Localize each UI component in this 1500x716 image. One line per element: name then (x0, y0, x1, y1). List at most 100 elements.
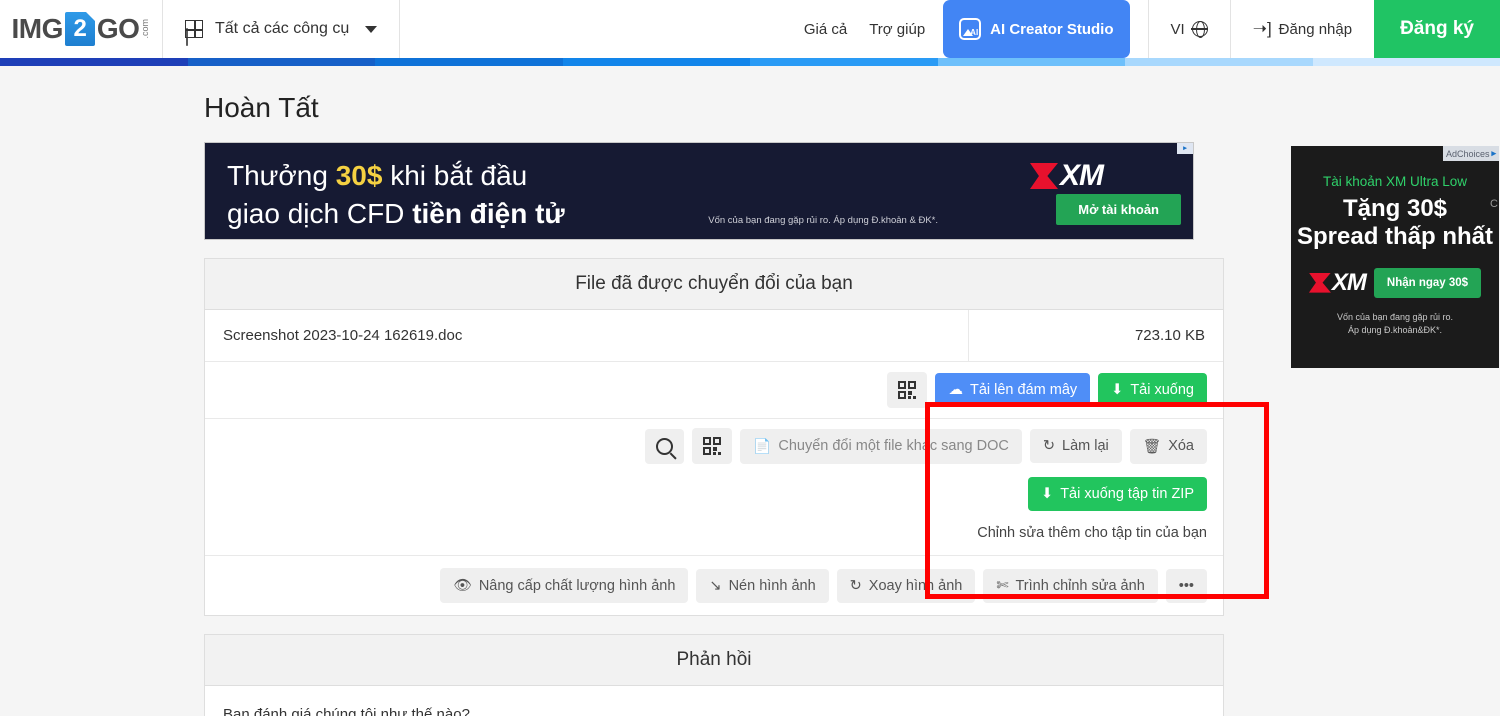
login-button[interactable]: ➝] Đăng nhập (1231, 0, 1374, 58)
edit-more-note: Chỉnh sửa thêm cho tập tin của bạn (977, 525, 1207, 541)
download-label: Tải xuống (1130, 382, 1194, 398)
all-tools-menu[interactable]: Tất cả các công cụ (163, 0, 401, 58)
xm-flag-icon (1030, 163, 1058, 189)
xm-brand-text: XM (1331, 268, 1367, 296)
help-link[interactable]: Trợ giúp (869, 21, 925, 38)
download-zip-button[interactable]: ⬇ Tải xuống tập tin ZIP (1028, 477, 1207, 511)
feedback-title: Phản hồi (205, 635, 1223, 686)
sidebar-ad-cta-button[interactable]: Nhận ngay 30$ (1373, 267, 1482, 298)
banner-advertisement[interactable]: Thưởng 30$ khi bắt đầu giao dịch CFD tiề… (204, 142, 1194, 240)
main-content: Thưởng 30$ khi bắt đầu giao dịch CFD tiề… (204, 142, 1224, 716)
sidebar-ad-line2a: Tặng 30$ (1342, 195, 1448, 222)
sidebar-ad-line1: Tài khoản XM Ultra Low (1322, 174, 1468, 189)
retry-button[interactable]: ↻ Làm lại (1029, 429, 1122, 463)
adchoices-icon: ▸ (1491, 148, 1496, 158)
logo-dotcom-text: .com (140, 19, 151, 39)
logo[interactable]: IMG 2 GO .com (0, 0, 163, 58)
chevron-down-icon (365, 25, 378, 33)
search-button[interactable] (645, 428, 685, 464)
converted-files-card: File đã được chuyển đổi của bạn Screensh… (204, 258, 1224, 616)
retry-label: Làm lại (1062, 438, 1109, 454)
login-arrow-icon: ➝] (1252, 19, 1272, 38)
table-row: Screenshot 2023-10-24 162619.doc 723.10 … (205, 310, 1223, 362)
image-editor-button[interactable]: ✄ Trình chỉnh sửa ảnh (983, 568, 1158, 603)
ai-creator-studio-button[interactable]: AI AI Creator Studio (943, 0, 1130, 58)
xm-flag-icon (1308, 272, 1331, 293)
qr-code-button-2[interactable] (692, 428, 733, 464)
sidebar-ad-disclaimer: Vốn của bạn đang gặp rủi ro. Áp dụng Đ.k… (1291, 311, 1499, 338)
ai-image-icon: AI (959, 18, 982, 40)
image-tools-row: 👁 Nâng cấp chất lượng hình ảnh ↘ Nén hìn… (205, 555, 1223, 615)
sidebar-ad-disc1: Vốn của bạn đang gặp rủi ro. (1336, 311, 1454, 322)
qr-code-icon (898, 381, 917, 399)
banner-line1-b: 30$ (335, 160, 383, 191)
banner-line1-c: khi bắt đầu (382, 160, 528, 191)
qr-code-button[interactable] (887, 372, 928, 408)
page-body: Hoàn Tất Thưởng 30$ khi bắt đầu giao dịc… (0, 66, 1500, 716)
compress-image-button[interactable]: ↘ Nén hình ảnh (696, 568, 829, 603)
pricing-link[interactable]: Giá cả (804, 21, 847, 38)
cloud-upload-icon: ☁ (948, 382, 963, 398)
download-icon: ⬇ (1111, 382, 1124, 398)
login-label: Đăng nhập (1278, 20, 1353, 38)
globe-icon (1191, 20, 1209, 38)
download-button[interactable]: ⬇ Tải xuống (1098, 373, 1207, 407)
feedback-card: Phản hồi Bạn đánh giá chúng tôi như thế … (204, 634, 1224, 716)
image-editor-label: Trình chỉnh sửa ảnh (1015, 577, 1145, 594)
download-icon: ⬇ (1041, 486, 1054, 502)
header-links: Giá cả Trợ giúp (804, 0, 925, 58)
sidebar-ad-disc2: Áp dụng Đ.khoản&ĐK*. (1347, 325, 1443, 336)
eye-icon: 👁 (453, 578, 472, 594)
zip-download-row: ⬇ Tải xuống tập tin ZIP (205, 473, 1223, 519)
banner-line1-a: Thưởng (227, 160, 336, 191)
enhance-image-button[interactable]: 👁 Nâng cấp chất lượng hình ảnh (440, 568, 689, 603)
delete-label: Xóa (1168, 438, 1194, 454)
file-name: Screenshot 2023-10-24 162619.doc (223, 327, 463, 344)
grid-icon (185, 20, 203, 38)
logo-img-text: IMG (11, 13, 64, 44)
trash-icon: 🗑 (1142, 438, 1162, 455)
adchoices-badge[interactable]: AdChoices ▸ (1442, 146, 1499, 161)
rotate-image-label: Xoay hình ảnh (868, 577, 963, 594)
xm-brand-logo: XM (1308, 268, 1367, 297)
compress-image-label: Nén hình ảnh (728, 577, 816, 594)
xm-brand-logo: XM (1030, 159, 1104, 193)
banner-cta-button[interactable]: Mở tài khoản (1056, 194, 1181, 225)
enhance-image-label: Nâng cấp chất lượng hình ảnh (478, 577, 676, 594)
compress-icon: ↘ (709, 577, 722, 594)
rotate-image-button[interactable]: ↻ Xoay hình ảnh (836, 568, 976, 603)
progress-bar (0, 58, 1500, 66)
delete-button[interactable]: 🗑 Xóa (1129, 428, 1207, 464)
banner-line2-b: tiền điện tử (412, 197, 565, 229)
converted-files-title: File đã được chuyển đổi của bạn (205, 259, 1223, 310)
convert-another-file-button[interactable]: 📄 Chuyển đổi một file khác sang DOC (740, 428, 1022, 464)
convert-another-label: Chuyển đổi một file khác sang DOC (778, 438, 1009, 454)
all-tools-label: Tất cả các công cụ (215, 20, 350, 37)
language-label: VI (1170, 20, 1185, 38)
qr-code-icon (703, 437, 722, 455)
banner-ad-text: Thưởng 30$ khi bắt đầu giao dịch CFD tiề… (227, 157, 565, 233)
scissors-icon: ✄ (996, 577, 1009, 594)
more-tools-button[interactable]: ••• (1165, 568, 1207, 603)
site-header: IMG 2 GO .com Tất cả các công cụ Giá cả … (0, 0, 1500, 58)
file-actions-row: ☁ Tải lên đám mây ⬇ Tải xuống (205, 362, 1223, 419)
adchoices-label: AdChoices (1445, 148, 1490, 159)
secondary-actions-row: 📄 Chuyển đổi một file khác sang DOC ↻ Là… (205, 419, 1223, 473)
logo-go-text: GO (96, 13, 140, 44)
document-icon: 📄 (753, 438, 772, 455)
sidebar-ad-cta-row: XM Nhận ngay 30$ (1291, 267, 1499, 298)
language-selector[interactable]: VI (1147, 0, 1231, 58)
signup-label: Đăng ký (1400, 18, 1474, 39)
signup-button[interactable]: Đăng ký (1374, 0, 1500, 58)
magnifier-icon (656, 437, 674, 455)
sidebar-ad-line2b: Spread thấp nhất (1296, 223, 1494, 251)
banner-disclaimer: Vốn của bạn đang gặp rủi ro. Áp dụng Đ.k… (708, 215, 938, 226)
page-title: Hoàn Tất (204, 92, 319, 123)
rotate-icon: ↻ (1042, 438, 1056, 454)
ai-creator-studio-label: AI Creator Studio (990, 20, 1114, 38)
adchoices-icon[interactable]: ▸ (1177, 143, 1193, 154)
sidebar-advertisement[interactable]: AdChoices ▸ Tài khoản XM Ultra Low Tặng 3… (1291, 146, 1499, 368)
download-zip-label: Tải xuống tập tin ZIP (1060, 486, 1194, 502)
sidebar-ad-headline: Tặng 30$ Spread thấp nhất (1291, 195, 1499, 252)
cloud-upload-button[interactable]: ☁ Tải lên đám mây (935, 373, 1091, 407)
